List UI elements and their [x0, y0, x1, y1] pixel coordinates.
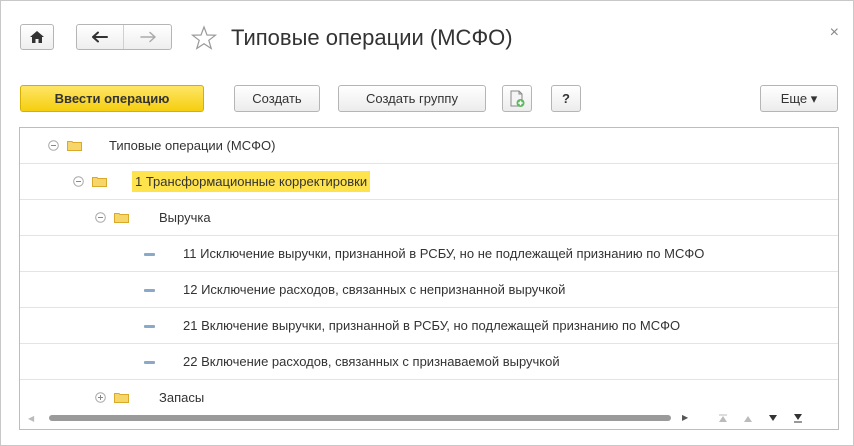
home-button[interactable] — [20, 24, 54, 50]
tree-row-label: 11 Исключение выручки, признанной в РСБУ… — [183, 246, 705, 261]
page-up-icon[interactable] — [738, 408, 758, 428]
copy-document-icon — [510, 90, 525, 107]
folder-icon — [114, 213, 129, 223]
tree-row-label: 22 Включение расходов, связанных с призн… — [183, 354, 560, 369]
scroll-right-icon[interactable]: ▶ — [682, 413, 688, 422]
tree-row[interactable]: Типовые операции (МСФО) — [20, 128, 838, 164]
tree-row-label: Выручка — [159, 210, 211, 225]
forward-button[interactable] — [124, 25, 171, 49]
history-navigation — [76, 24, 172, 50]
create-button[interactable]: Создать — [234, 85, 320, 112]
item-marker-icon — [144, 325, 155, 328]
tree-row-label: Типовые операции (МСФО) — [109, 138, 276, 153]
arrow-left-icon — [92, 31, 108, 43]
collapse-icon[interactable] — [73, 176, 84, 187]
scrollbar-thumb[interactable] — [49, 415, 671, 421]
create-group-button[interactable]: Создать группу — [338, 85, 486, 112]
help-button[interactable]: ? — [551, 85, 581, 112]
go-to-last-icon[interactable] — [788, 408, 808, 428]
form-title: Типовые операции (МСФО) — [231, 25, 513, 50]
back-button[interactable] — [77, 25, 125, 49]
tree-row-label: 12 Исключение расходов, связанных с непр… — [183, 282, 566, 297]
item-marker-icon — [144, 361, 155, 364]
enter-operation-button[interactable]: Ввести операцию — [20, 85, 204, 112]
collapse-icon[interactable] — [95, 212, 106, 223]
go-to-first-icon[interactable] — [713, 408, 733, 428]
copy-button[interactable] — [502, 85, 532, 112]
tree-row[interactable]: 1 Трансформационные корректировки — [20, 164, 838, 200]
folder-icon — [92, 177, 107, 187]
horizontal-scrollbar[interactable]: ◀ ▶ — [19, 407, 688, 429]
page-down-icon[interactable] — [763, 408, 783, 428]
arrow-right-icon — [139, 31, 156, 43]
tree-row-label: 21 Включение выручки, признанной в РСБУ,… — [183, 318, 681, 333]
star-outline-icon — [190, 25, 218, 50]
item-marker-icon — [144, 289, 155, 292]
tree-row-label-selected: 1 Трансформационные корректировки — [132, 171, 371, 192]
operations-tree[interactable]: Типовые операции (МСФО) 1 Трансформацион… — [19, 127, 839, 430]
folder-icon — [67, 141, 82, 151]
more-menu-button[interactable]: Еще ▾ — [760, 85, 838, 112]
tree-row[interactable]: 12 Исключение расходов, связанных с непр… — [20, 272, 838, 308]
item-marker-icon — [144, 253, 155, 256]
tree-row[interactable]: 11 Исключение выручки, признанной в РСБУ… — [20, 236, 838, 272]
close-icon[interactable]: × — [830, 25, 839, 41]
tree-row[interactable]: 22 Включение расходов, связанных с призн… — [20, 344, 838, 380]
folder-icon — [114, 393, 129, 403]
form-window: Типовые операции (МСФО) × Ввести операци… — [0, 0, 854, 446]
scroll-left-icon[interactable]: ◀ — [28, 414, 34, 423]
expand-icon[interactable] — [95, 392, 106, 403]
favorite-star-button[interactable] — [190, 25, 218, 54]
tree-row-label: Запасы — [159, 390, 205, 405]
collapse-icon[interactable] — [48, 140, 59, 151]
tree-row[interactable]: 21 Включение выручки, признанной в РСБУ,… — [20, 308, 838, 344]
tree-row[interactable]: Выручка — [20, 200, 838, 236]
home-icon — [30, 31, 44, 43]
